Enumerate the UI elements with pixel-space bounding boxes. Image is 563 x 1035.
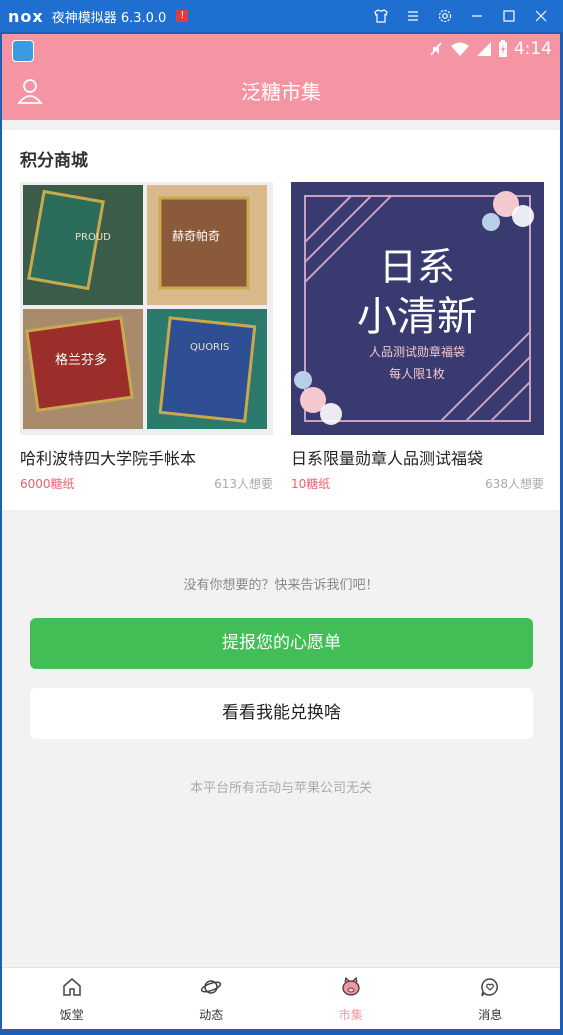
tab-messages[interactable]: 消息 xyxy=(421,968,561,1029)
tab-feed[interactable]: 动态 xyxy=(142,968,282,1029)
tab-label: 市集 xyxy=(338,1008,363,1022)
maximize-icon[interactable] xyxy=(493,0,525,32)
nox-logo: nox xyxy=(8,6,44,26)
emulator-window: nox 夜神模拟器 6.3.0.0 ! 4:14 泛糖市集 积分商城 PROUD… xyxy=(0,0,563,1035)
poster-line-2: 小清新 xyxy=(357,294,477,340)
product-name[interactable]: 哈利波特四大学院手帐本 xyxy=(20,445,273,469)
view-redeemable-button[interactable]: 看看我能兑换啥 xyxy=(30,688,533,739)
android-screen: 4:14 泛糖市集 积分商城 PROUD 赫奇帕奇 格兰芬多 QUORIS 哈利… xyxy=(2,34,560,1029)
product-name[interactable]: 日系限量勋章人品测试福袋 xyxy=(291,445,544,469)
poster-line-1: 日系 xyxy=(379,245,455,289)
product-card-badge-bag[interactable]: 日系 小清新 人品测试勋章福袋 每人限1枚 日系限量勋章人品测试福袋 10糖纸 … xyxy=(291,182,544,493)
planet-icon xyxy=(201,980,222,994)
product-price: 6000糖纸 xyxy=(20,477,75,491)
tab-canteen[interactable]: 饭堂 xyxy=(2,968,142,1029)
gear-icon[interactable] xyxy=(429,0,461,32)
poster-line-3: 人品测试勋章福袋 xyxy=(369,344,465,359)
home-icon xyxy=(63,978,81,996)
menu-icon[interactable] xyxy=(397,0,429,32)
bottom-tab-bar: 饭堂 动态 市集 消息 xyxy=(2,967,560,1029)
tab-label: 消息 xyxy=(478,1008,503,1022)
tab-label: 动态 xyxy=(199,1008,224,1022)
close-icon[interactable] xyxy=(525,0,557,32)
wish-hint: 没有你想要的？快来告诉我们吧！ xyxy=(183,578,379,593)
pig-icon xyxy=(342,976,360,996)
product-card-notebook[interactable]: PROUD 赫奇帕奇 格兰芬多 QUORIS 哈利波特四大学院手帐本 6000糖… xyxy=(20,182,273,493)
disclaimer: 本平台所有活动与苹果公司无关 xyxy=(189,781,372,796)
product-image-notebook[interactable]: PROUD 赫奇帕奇 格兰芬多 QUORIS xyxy=(20,182,273,435)
poster-line-4: 每人限1枚 xyxy=(389,366,445,381)
shirt-icon[interactable] xyxy=(365,0,397,32)
product-wants: 638人想要 xyxy=(485,477,544,491)
wifi-icon xyxy=(450,42,469,56)
window-title: 夜神模拟器 6.3.0.0 xyxy=(51,10,167,26)
points-mall-section: 积分商城 PROUD 赫奇帕奇 格兰芬多 QUORIS 哈利波特四大学院手帐本 … xyxy=(2,130,560,510)
product-wants: 613人想要 xyxy=(214,477,273,491)
app-notification-icon xyxy=(12,40,34,62)
product-image-badge-bag[interactable]: 日系 小清新 人品测试勋章福袋 每人限1枚 xyxy=(291,182,544,435)
minimize-icon[interactable] xyxy=(461,0,493,32)
submit-wishlist-button[interactable]: 提报您的心愿单 xyxy=(30,618,533,669)
section-title: 积分商城 xyxy=(20,151,88,171)
emulator-titlebar: nox 夜神模拟器 6.3.0.0 ! xyxy=(0,0,563,32)
warning-badge[interactable]: ! xyxy=(176,10,189,22)
image-label-2: 赫奇帕奇 xyxy=(172,228,220,243)
image-label-1: PROUD xyxy=(75,232,111,243)
status-bar: 4:14 xyxy=(2,34,560,64)
signal-icon xyxy=(476,42,491,56)
mute-icon xyxy=(430,42,442,56)
tab-label: 饭堂 xyxy=(59,1008,84,1022)
image-label-4: QUORIS xyxy=(190,342,229,353)
tab-market[interactable]: 市集 xyxy=(281,968,421,1029)
clock: 4:14 xyxy=(513,39,552,59)
app-header: 泛糖市集 xyxy=(2,64,560,120)
battery-icon xyxy=(498,40,507,57)
product-price: 10糖纸 xyxy=(291,477,331,491)
image-label-3: 格兰芬多 xyxy=(55,352,107,368)
page-title: 泛糖市集 xyxy=(241,80,321,104)
message-icon xyxy=(481,978,499,997)
